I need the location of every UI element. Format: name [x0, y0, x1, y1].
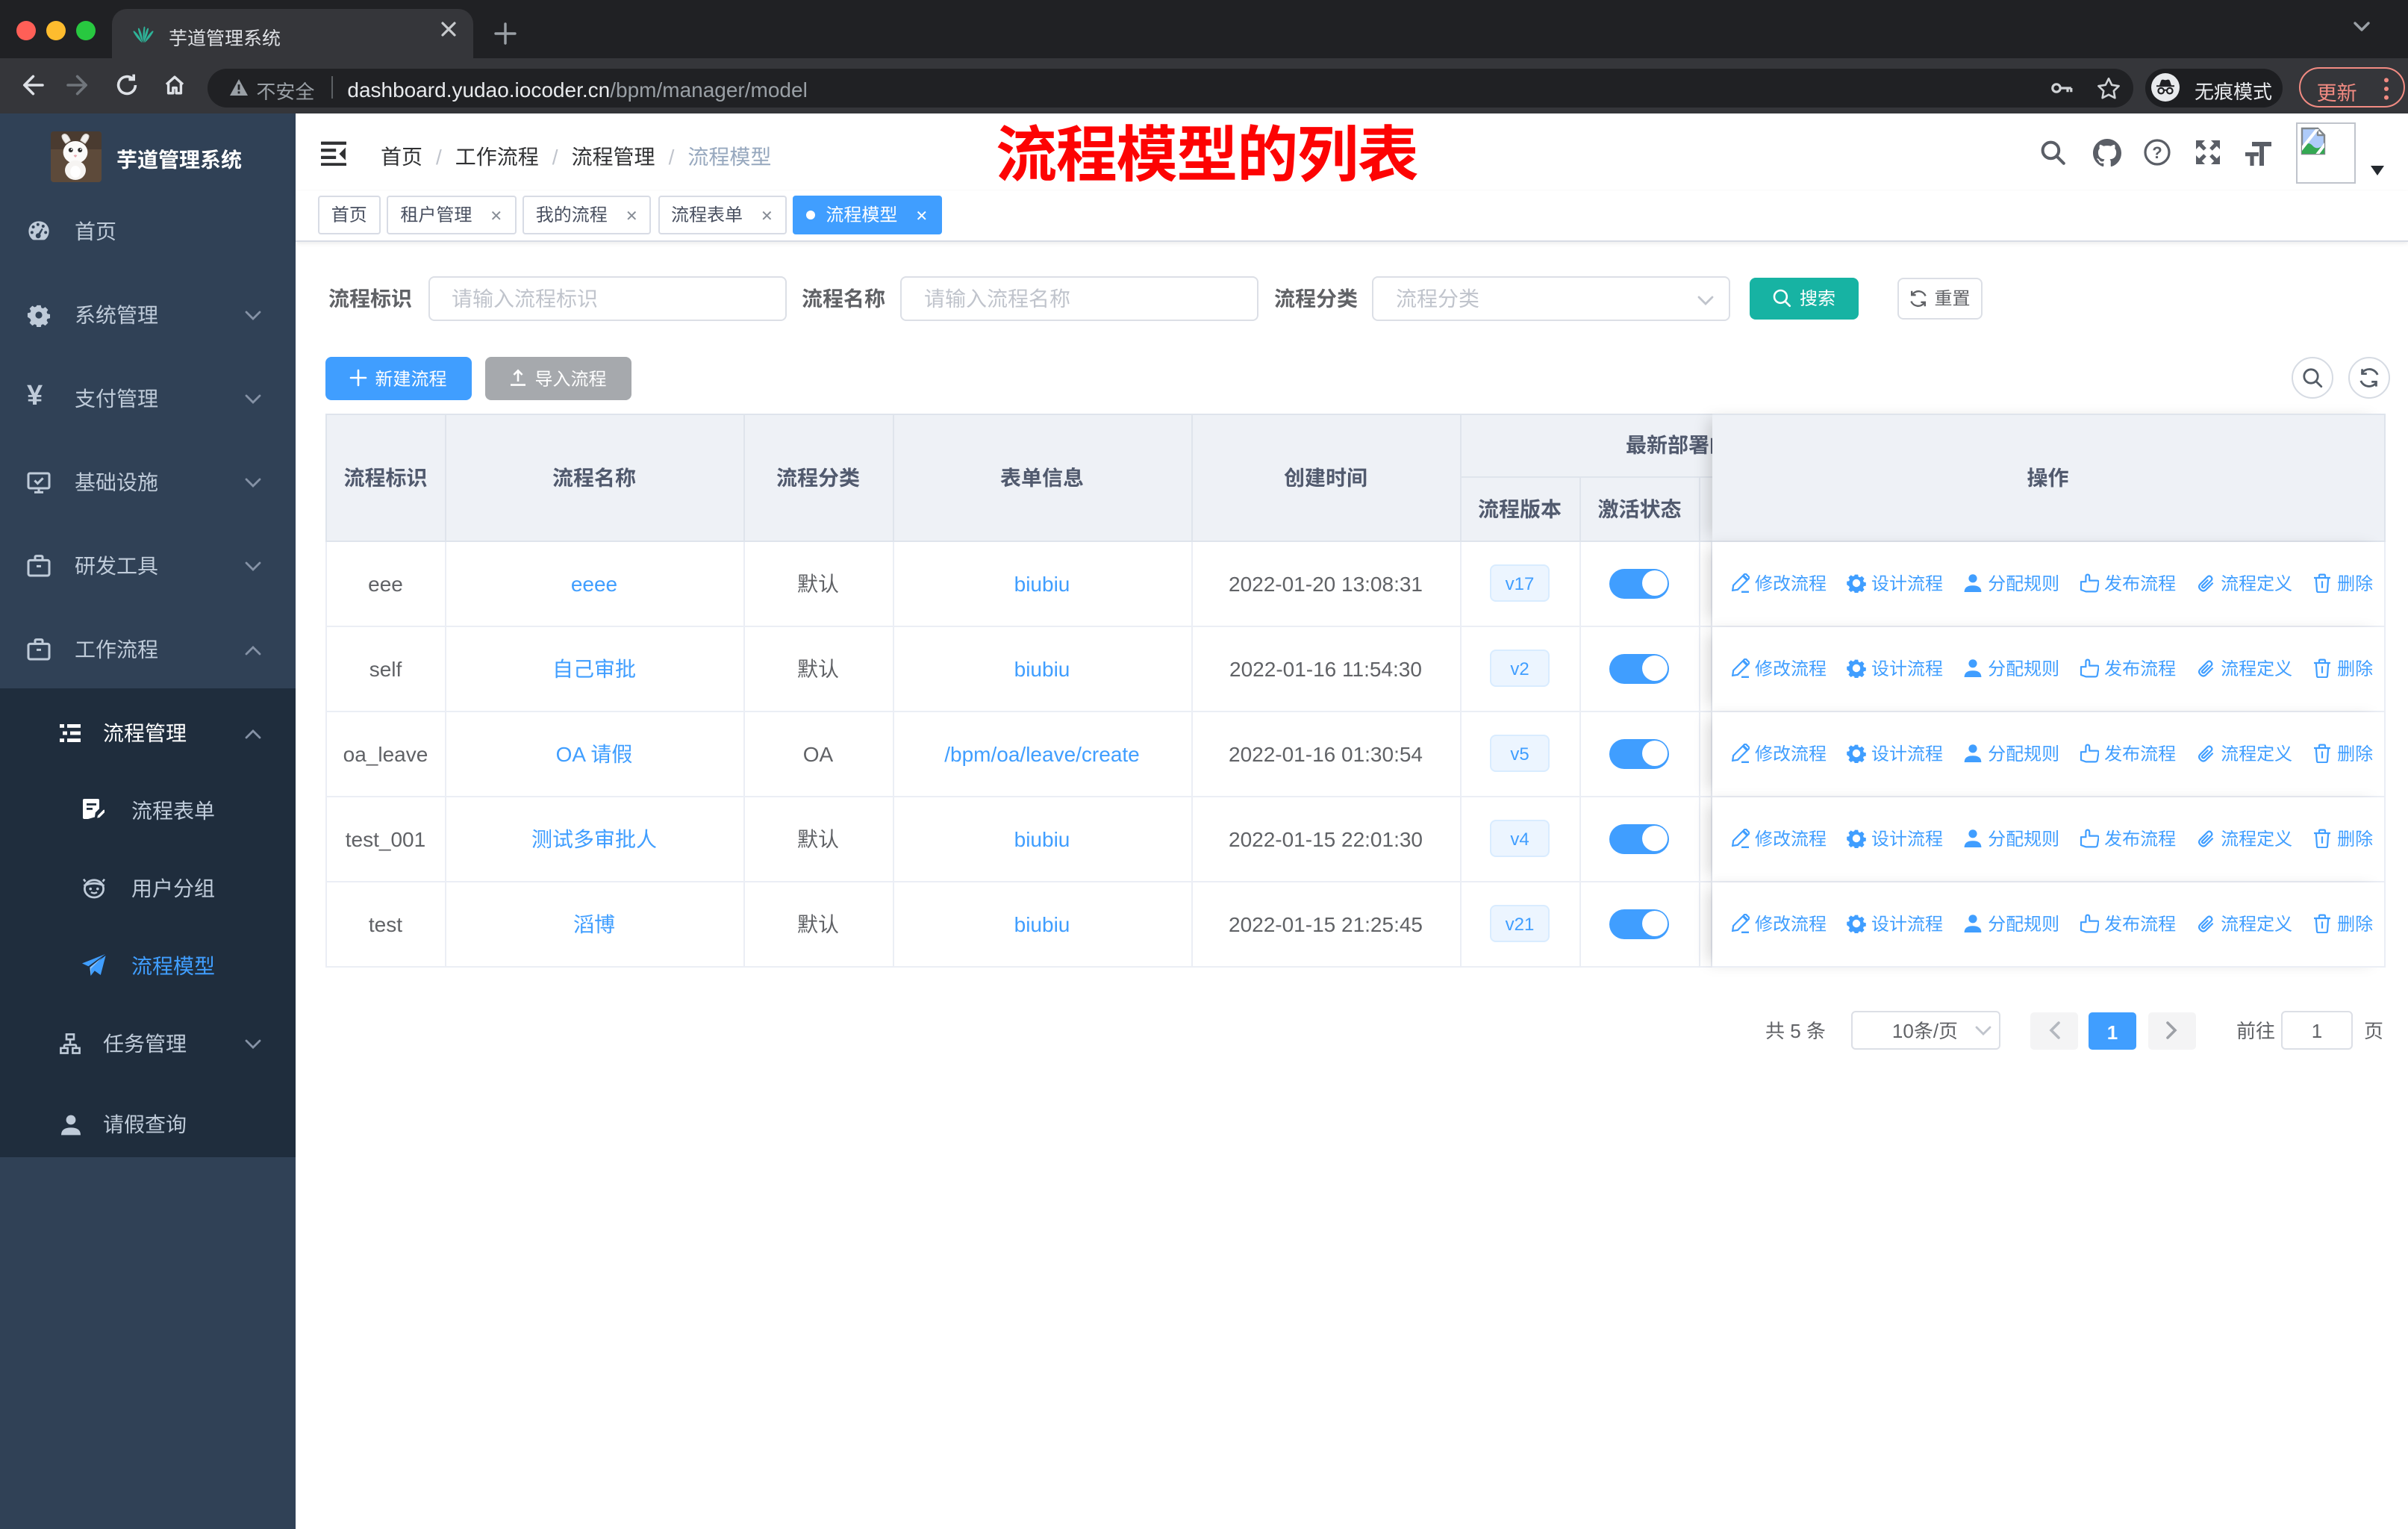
svg-text:?: ? — [2152, 143, 2162, 162]
